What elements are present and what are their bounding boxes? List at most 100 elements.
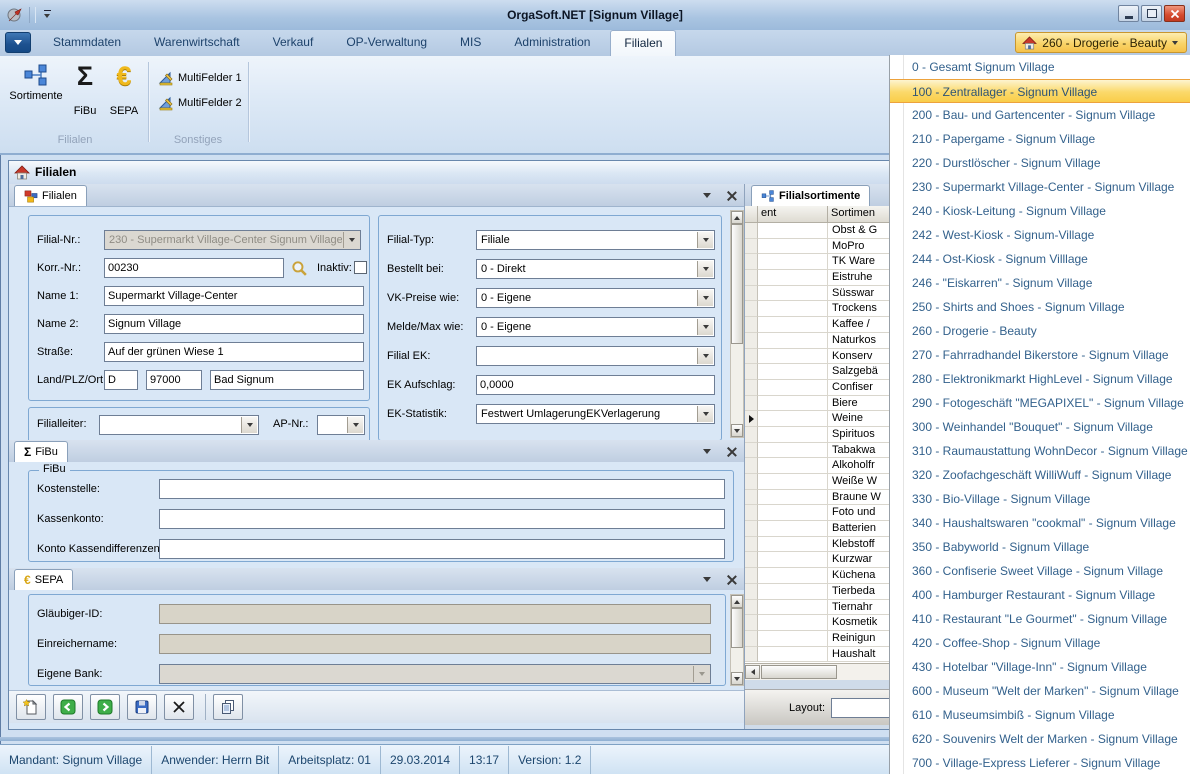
ort-input[interactable] [210, 370, 364, 390]
sortiment-nr-cell[interactable] [758, 490, 828, 506]
ek-aufschlag-input[interactable] [476, 375, 715, 395]
branch-list-item[interactable]: 320 - Zoofachgeschäft WilliWuff - Signum… [890, 463, 1190, 487]
sortiment-nr-cell[interactable] [758, 239, 828, 255]
branch-list-item[interactable]: 200 - Bau- und Gartencenter - Signum Vil… [890, 103, 1190, 127]
sortiment-nr-cell[interactable] [758, 380, 828, 396]
close-panel-button[interactable] [724, 572, 738, 586]
branch-list-item[interactable]: 220 - Durstlöscher - Signum Village [890, 151, 1190, 175]
collapse-panel-button[interactable] [700, 444, 714, 458]
row-selector-cell[interactable] [745, 286, 758, 302]
save-button[interactable] [127, 694, 157, 720]
filial-nr-combo[interactable]: 230 - Supermarkt Village-Center Signum V… [104, 230, 361, 250]
new-record-button[interactable] [16, 694, 46, 720]
branch-list-item[interactable]: 100 - Zentrallager - Signum Village [890, 79, 1190, 103]
filial-typ-combo[interactable]: Filiale [476, 230, 715, 250]
row-selector-cell[interactable] [745, 301, 758, 317]
close-panel-button[interactable] [724, 188, 738, 202]
sortiment-nr-cell[interactable] [758, 584, 828, 600]
form-vertical-scrollbar[interactable] [730, 210, 744, 438]
branch-list-item[interactable]: 230 - Supermarkt Village-Center - Signum… [890, 175, 1190, 199]
branch-list-item[interactable]: 330 - Bio-Village - Signum Village [890, 487, 1190, 511]
branch-list-item[interactable]: 240 - Kiosk-Leitung - Signum Village [890, 199, 1190, 223]
konto-kassendifferenzen-input[interactable] [159, 539, 725, 559]
scroll-down-button[interactable] [731, 672, 743, 685]
close-button[interactable] [1164, 5, 1185, 22]
kostenstelle-input[interactable] [159, 479, 725, 499]
minimize-button[interactable] [1118, 5, 1139, 22]
plz-input[interactable] [146, 370, 202, 390]
row-selector-cell[interactable] [745, 537, 758, 553]
bestellt-bei-combo[interactable]: 0 - Direkt [476, 259, 715, 279]
sortiment-nr-cell[interactable] [758, 349, 828, 365]
row-selector-cell[interactable] [745, 254, 758, 270]
next-record-button[interactable] [90, 694, 120, 720]
branch-list-item[interactable]: 400 - Hamburger Restaurant - Signum Vill… [890, 583, 1190, 607]
branch-list-item[interactable]: 430 - Hotelbar "Village-Inn" - Signum Vi… [890, 655, 1190, 679]
row-selector-cell[interactable] [745, 411, 758, 427]
branch-list-item[interactable]: 270 - Fahrradhandel Bikerstore - Signum … [890, 343, 1190, 367]
multifelder2-button[interactable]: MultiFelder 2 [154, 93, 246, 113]
row-selector-cell[interactable] [745, 396, 758, 412]
branch-list-item[interactable]: 600 - Museum "Welt der Marken" - Signum … [890, 679, 1190, 703]
sortiment-nr-cell[interactable] [758, 364, 828, 380]
branch-list-item[interactable]: 244 - Ost-Kiosk - Signum Villlage [890, 247, 1190, 271]
row-selector-cell[interactable] [745, 223, 758, 239]
sortiment-nr-cell[interactable] [758, 411, 828, 427]
sortiment-nr-cell[interactable] [758, 600, 828, 616]
row-selector-cell[interactable] [745, 380, 758, 396]
branch-list-item[interactable]: 310 - Raumaustattung WohnDecor - Signum … [890, 439, 1190, 463]
sortiment-nr-cell[interactable] [758, 317, 828, 333]
branch-list-item[interactable]: 0 - Gesamt Signum Village [890, 55, 1190, 79]
scrollbar-thumb[interactable] [731, 224, 743, 344]
ap-nr-combo[interactable] [317, 415, 365, 435]
einreichername-input[interactable] [159, 634, 711, 654]
row-selector-cell[interactable] [745, 490, 758, 506]
quick-access-chevron-icon[interactable] [42, 9, 54, 21]
sortiment-nr-cell[interactable] [758, 270, 828, 286]
land-input[interactable] [104, 370, 138, 390]
sortiment-nr-cell[interactable] [758, 631, 828, 647]
kassenkonto-input[interactable] [159, 509, 725, 529]
ek-statistik-combo[interactable]: Festwert UmlagerungEKVerlagerung [476, 404, 715, 424]
sortiment-nr-cell[interactable] [758, 474, 828, 490]
scroll-left-button[interactable] [745, 665, 760, 679]
sepa-vertical-scrollbar[interactable] [730, 594, 744, 686]
sortiment-nr-cell[interactable] [758, 396, 828, 412]
tab-filialen[interactable]: Filialen [14, 185, 87, 206]
scrollbar-thumb[interactable] [731, 608, 743, 648]
sortiment-nr-cell[interactable] [758, 647, 828, 663]
strasse-input[interactable] [104, 342, 364, 362]
row-selector-cell[interactable] [745, 270, 758, 286]
tab-filialsortimente[interactable]: Filialsortimente [751, 185, 870, 206]
scroll-up-button[interactable] [731, 211, 743, 224]
row-selector-cell[interactable] [745, 458, 758, 474]
sortiment-nr-cell[interactable] [758, 286, 828, 302]
row-selector-cell[interactable] [745, 615, 758, 631]
scrollbar-thumb[interactable] [761, 665, 837, 679]
row-selector-cell[interactable] [745, 521, 758, 537]
cancel-button[interactable] [164, 694, 194, 720]
sortiment-nr-cell[interactable] [758, 552, 828, 568]
menu-tab[interactable]: Filialen [610, 30, 676, 57]
filial-ek-combo[interactable] [476, 346, 715, 366]
menu-tab[interactable]: OP-Verwaltung [333, 30, 440, 56]
melde-max-wie-combo[interactable]: 0 - Eigene [476, 317, 715, 337]
scroll-down-button[interactable] [731, 424, 743, 437]
row-selector-cell[interactable] [745, 239, 758, 255]
fibu-button[interactable]: Σ FiBu [68, 61, 102, 117]
branch-list-item[interactable]: 280 - Elektronikmarkt HighLevel - Signum… [890, 367, 1190, 391]
menu-tab[interactable]: MIS [447, 30, 494, 56]
multifelder1-button[interactable]: MultiFelder 1 [154, 68, 246, 88]
sortiment-nr-cell[interactable] [758, 568, 828, 584]
sortiment-nr-cell[interactable] [758, 254, 828, 270]
menu-tab[interactable]: Warenwirtschaft [141, 30, 253, 56]
sortiment-nr-cell[interactable] [758, 427, 828, 443]
row-selector-cell[interactable] [745, 568, 758, 584]
previous-record-button[interactable] [53, 694, 83, 720]
korr-nr-input[interactable] [104, 258, 284, 278]
sortiment-nr-cell[interactable] [758, 333, 828, 349]
branch-list-item[interactable]: 340 - Haushaltswaren "cookmal" - Signum … [890, 511, 1190, 535]
scroll-up-button[interactable] [731, 595, 743, 608]
copy-button[interactable] [213, 694, 243, 720]
branch-selector-button[interactable]: 260 - Drogerie - Beauty [1015, 32, 1187, 53]
